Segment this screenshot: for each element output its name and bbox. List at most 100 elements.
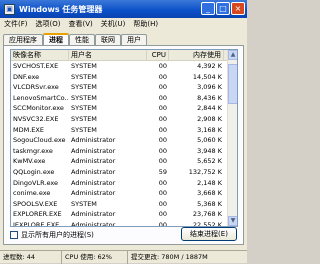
process-row[interactable]: SVCHOST.EXE SYSTEM 00 4,392 K	[11, 61, 237, 72]
process-mem: 2,148 K	[197, 178, 222, 187]
process-row[interactable]: LenovoSmartCo... SYSTEM 00 8,436 K	[11, 93, 237, 104]
process-name: LenovoSmartCo...	[13, 93, 69, 102]
process-mem: 14,504 K	[192, 72, 222, 81]
process-mem: 8,436 K	[197, 93, 222, 102]
show-all-users-checkbox[interactable]	[10, 231, 18, 239]
process-row[interactable]: NVSVC32.EXE SYSTEM 00 2,908 K	[11, 114, 237, 125]
process-row[interactable]: conime.exe Administrator 00 3,668 K	[11, 188, 237, 199]
process-user: Administrator	[71, 157, 116, 166]
process-cpu: 00	[158, 62, 167, 70]
process-cpu: 00	[158, 72, 167, 81]
process-user: Administrator	[71, 146, 116, 155]
process-mem: 3,668 K	[197, 189, 222, 198]
process-cpu: 00	[158, 220, 167, 227]
process-name: SVCHOST.EXE	[13, 62, 59, 70]
process-user: Administrator	[71, 220, 116, 227]
process-cpu: 00	[158, 210, 167, 219]
end-process-button[interactable]: 结束进程(E)	[181, 227, 237, 241]
menu-options[interactable]: 选项(O)	[32, 18, 65, 30]
process-row[interactable]: QQLogin.exe Administrator 59 132,752 K	[11, 167, 237, 178]
process-user: Administrator	[71, 178, 116, 187]
process-row[interactable]: MDM.EXE SYSTEM 00 3,168 K	[11, 125, 237, 136]
process-mem: 22,552 K	[192, 220, 222, 227]
status-commit-charge: 提交更改: 780M / 1887M	[131, 253, 208, 261]
column-mem-usage[interactable]: 内存使用	[169, 50, 224, 61]
tab-applications[interactable]: 应用程序	[3, 34, 43, 45]
process-row[interactable]: IEXPLORE.EXE Administrator 00 22,552 K	[11, 220, 237, 227]
processes-panel: 映像名称 用户名 CPU 内存使用 SVCHOST.EXE SYSTEM 00 4,3…	[3, 45, 244, 245]
process-cpu: 00	[158, 83, 167, 92]
process-row[interactable]: VLCDRSvr.exe SYSTEM 00 3,096 K	[11, 82, 237, 93]
process-user: SYSTEM	[71, 114, 97, 123]
process-mem: 2,844 K	[197, 104, 222, 113]
status-process-count: 进程数: 44	[0, 251, 62, 264]
process-user: SYSTEM	[71, 93, 97, 102]
menu-help[interactable]: 帮助(H)	[129, 18, 162, 30]
scroll-up-icon[interactable]: ▲	[228, 50, 237, 60]
tab-performance[interactable]: 性能	[69, 34, 95, 45]
process-user: SYSTEM	[71, 83, 97, 92]
task-manager-icon: ▣	[4, 3, 15, 15]
process-name: NVSVC32.EXE	[13, 114, 59, 123]
process-cpu: 00	[158, 93, 167, 102]
process-name: QQLogin.exe	[13, 167, 55, 176]
process-cpu: 00	[158, 136, 167, 145]
scroll-thumb[interactable]	[228, 64, 237, 104]
process-name: SCCMonitor.exe	[13, 104, 64, 113]
process-row[interactable]: SCCMonitor.exe SYSTEM 00 2,844 K	[11, 103, 237, 114]
menu-file[interactable]: 文件(F)	[0, 18, 32, 30]
process-mem: 132,752 K	[188, 167, 222, 176]
process-row[interactable]: taskmgr.exe Administrator 00 3,948 K	[11, 146, 237, 157]
title-controls: _ □ ×	[201, 2, 245, 15]
vertical-scrollbar[interactable]: ▲ ▼	[227, 50, 237, 226]
process-row[interactable]: KwMV.exe Administrator 00 5,652 K	[11, 156, 237, 167]
process-cpu: 00	[158, 125, 167, 134]
process-mem: 5,652 K	[197, 157, 222, 166]
menu-shutdown[interactable]: 关机(U)	[97, 18, 130, 30]
process-name: EXPLORER.EXE	[13, 210, 62, 219]
show-all-users-option[interactable]: 显示所有用户的进程(S)	[10, 230, 94, 240]
process-name: SogouCloud.exe	[13, 136, 66, 145]
task-manager-window: ▣ Windows 任务管理器 _ □ × 文件(F) 选项(O) 查看(V) …	[0, 0, 247, 264]
close-button[interactable]: ×	[231, 2, 245, 15]
process-row[interactable]: SogouCloud.exe Administrator 00 5,060 K	[11, 135, 237, 146]
tab-networking[interactable]: 联网	[95, 34, 121, 45]
process-list[interactable]: 映像名称 用户名 CPU 内存使用 SVCHOST.EXE SYSTEM 00 4,3…	[10, 49, 238, 227]
process-user: SYSTEM	[71, 62, 97, 70]
process-row[interactable]: EXPLORER.EXE Administrator 00 23,768 K	[11, 209, 237, 220]
process-mem: 3,948 K	[197, 146, 222, 155]
process-cpu: 00	[158, 114, 167, 123]
tab-users[interactable]: 用户	[121, 34, 147, 45]
process-row[interactable]: SPOOLSV.EXE SYSTEM 00 5,368 K	[11, 199, 237, 210]
minimize-button[interactable]: _	[201, 2, 215, 15]
process-mem: 3,096 K	[197, 83, 222, 92]
menu-view[interactable]: 查看(V)	[64, 18, 96, 30]
process-rows: SVCHOST.EXE SYSTEM 00 4,392 K DNF.exe SYSTEM 0…	[11, 61, 237, 227]
process-user: Administrator	[71, 167, 116, 176]
process-cpu: 00	[158, 178, 167, 187]
process-mem: 4,392 K	[197, 62, 222, 70]
process-name: KwMV.exe	[13, 157, 46, 166]
column-cpu[interactable]: CPU	[147, 50, 169, 61]
process-name: SPOOLSV.EXE	[13, 199, 58, 208]
column-user-name[interactable]: 用户名	[69, 50, 147, 61]
tab-processes[interactable]: 进程	[43, 33, 69, 45]
column-image-name[interactable]: 映像名称	[11, 50, 69, 61]
tab-strip: 应用程序 进程 性能 联网 用户	[3, 33, 147, 45]
process-user: SYSTEM	[71, 72, 97, 81]
process-cpu: 00	[158, 199, 167, 208]
process-cpu: 59	[158, 167, 167, 176]
process-cpu: 00	[158, 189, 167, 198]
scroll-down-icon[interactable]: ▼	[228, 216, 237, 226]
status-bar: 进程数: 44 CPU 使用: 62% 提交更改: 780M / 1887M	[0, 250, 247, 264]
process-mem: 2,908 K	[197, 114, 222, 123]
process-row[interactable]: DingoVLR.exe Administrator 00 2,148 K	[11, 178, 237, 189]
window-title: Windows 任务管理器	[19, 4, 103, 14]
process-user: Administrator	[71, 189, 116, 198]
process-name: conime.exe	[13, 189, 51, 198]
show-all-users-label: 显示所有用户的进程(S)	[21, 231, 94, 239]
process-name: DNF.exe	[13, 72, 40, 81]
process-row[interactable]: DNF.exe SYSTEM 00 14,504 K	[11, 72, 237, 83]
maximize-button[interactable]: □	[216, 2, 230, 15]
process-name: taskmgr.exe	[13, 146, 53, 155]
